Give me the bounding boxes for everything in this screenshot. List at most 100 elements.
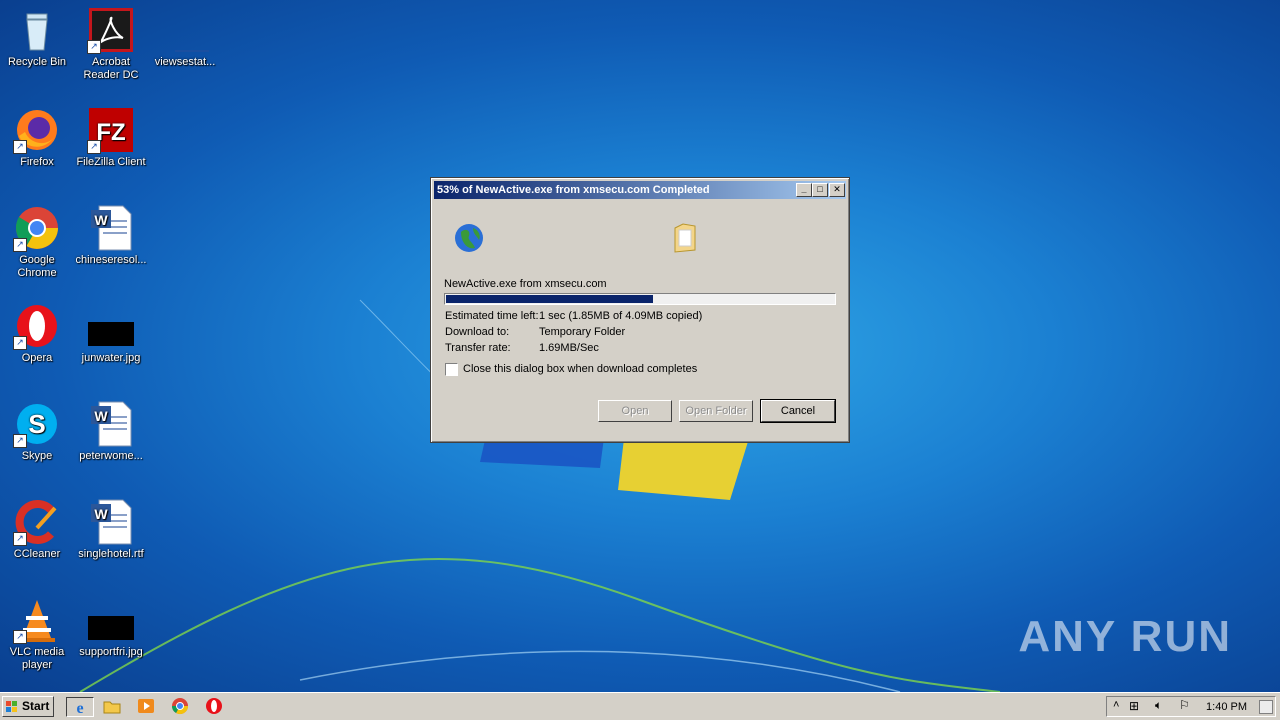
taskbar-opera[interactable] xyxy=(204,697,226,717)
desktop-icon-label: peterwome... xyxy=(79,450,143,462)
taskbar-chrome[interactable] xyxy=(170,697,192,717)
shortcut-arrow-icon: ↗ xyxy=(13,532,27,546)
desktop-icon-rtf-doc[interactable]: W singlehotel.rtf xyxy=(74,498,148,561)
close-when-done-checkbox[interactable] xyxy=(445,363,458,376)
globe-icon xyxy=(453,222,485,257)
ccleaner-icon: ↗ xyxy=(13,498,61,546)
desktop-icon-label: chineseresol... xyxy=(75,254,147,266)
dialog-titlebar[interactable]: 53% of NewActive.exe from xmsecu.com Com… xyxy=(434,181,846,199)
taskbar-explorer[interactable] xyxy=(102,697,124,717)
media-player-icon xyxy=(138,699,154,713)
file-icon xyxy=(161,6,221,54)
desktop-icon-word-doc[interactable]: W chineseresol... xyxy=(74,204,148,267)
open-button[interactable]: Open xyxy=(598,400,672,422)
desktop-icon-viewsestat[interactable]: viewsestat... xyxy=(148,6,222,69)
image-thumbnail-icon xyxy=(87,596,135,644)
clock[interactable]: 1:40 PM xyxy=(1206,701,1247,713)
chrome-icon xyxy=(171,698,189,715)
word-document-icon: W xyxy=(87,204,135,252)
shortcut-arrow-icon: ↗ xyxy=(87,140,101,154)
taskbar-internet-explorer[interactable]: e xyxy=(66,697,94,717)
cancel-button[interactable]: Cancel xyxy=(760,399,836,423)
download-dialog: 53% of NewActive.exe from xmsecu.com Com… xyxy=(430,177,850,443)
desktop-icon-image-supportfri[interactable]: supportfri.jpg xyxy=(74,596,148,659)
shortcut-arrow-icon: ↗ xyxy=(13,140,27,154)
folder-icon xyxy=(103,701,121,714)
desktop-icon-label: VLC media player xyxy=(9,646,65,671)
folder-icon xyxy=(671,220,699,257)
taskbar: Start e ˄ ⊞ 🔈︎ ⚐ 1:40 PM xyxy=(0,692,1280,720)
shortcut-arrow-icon: ↗ xyxy=(13,336,27,350)
desktop-icon-label: junwater.jpg xyxy=(81,352,141,364)
svg-text:W: W xyxy=(94,408,108,424)
acrobat-icon: ↗ xyxy=(87,6,135,54)
system-tray: ˄ ⊞ 🔈︎ ⚐ 1:40 PM xyxy=(1106,696,1276,717)
maximize-button[interactable]: □ xyxy=(812,183,828,197)
minimize-button[interactable]: _ xyxy=(796,183,812,197)
desktop-icon-label: singlehotel.rtf xyxy=(78,548,144,560)
desktop-icon-word-doc[interactable]: W peterwome... xyxy=(74,400,148,463)
download-to-value: Temporary Folder xyxy=(539,326,626,338)
desktop-icon-filezilla[interactable]: FZ ↗ FileZilla Client xyxy=(74,106,148,169)
start-label: Start xyxy=(22,699,50,713)
word-document-icon: W xyxy=(87,498,135,546)
volume-icon[interactable]: 🔈︎ xyxy=(1155,698,1162,713)
opera-icon xyxy=(206,698,222,714)
desktop-icon-image-junwater[interactable]: junwater.jpg xyxy=(74,302,148,365)
progress-fill xyxy=(446,295,653,303)
desktop-icon-ccleaner[interactable]: ↗ CCleaner xyxy=(0,498,74,561)
recycle-bin-icon xyxy=(13,6,61,54)
close-when-done-label[interactable]: Close this dialog box when download comp… xyxy=(463,363,697,375)
word-document-icon: W xyxy=(87,400,135,448)
svg-text:W: W xyxy=(94,506,108,522)
shortcut-arrow-icon: ↗ xyxy=(13,238,27,252)
desktop-icon-label: Acrobat Reader DC xyxy=(83,56,139,81)
desktop-icon-firefox[interactable]: ↗ Firefox xyxy=(0,106,74,169)
tray-expand-icon[interactable]: ˄ xyxy=(1113,699,1119,711)
show-desktop-button[interactable] xyxy=(1259,700,1273,714)
svg-text:e: e xyxy=(76,700,83,716)
desktop-icon-opera[interactable]: ↗ Opera xyxy=(0,302,74,365)
action-center-flag-icon[interactable]: ⚐ xyxy=(1179,698,1190,712)
close-button[interactable]: ✕ xyxy=(829,183,845,197)
svg-text:W: W xyxy=(94,212,108,228)
download-progress-bar xyxy=(444,293,836,305)
firefox-icon: ↗ xyxy=(13,106,61,154)
desktop-icon-acrobat-reader[interactable]: ↗ Acrobat Reader DC xyxy=(74,6,148,82)
desktop-icon-label: CCleaner xyxy=(13,548,61,560)
desktop-icon-label: viewsestat... xyxy=(154,56,216,68)
estimated-time-label: Estimated time left: xyxy=(445,310,539,322)
desktop-icon-label: FileZilla Client xyxy=(76,156,146,168)
skype-icon: S ↗ xyxy=(13,400,61,448)
desktop-icon-label: Opera xyxy=(21,352,53,364)
internet-explorer-icon: e xyxy=(76,700,83,717)
estimated-time-value: 1 sec (1.85MB of 4.09MB copied) xyxy=(539,310,703,322)
desktop-icon-label: supportfri.jpg xyxy=(79,646,143,658)
filezilla-icon: FZ ↗ xyxy=(87,106,135,154)
shortcut-arrow-icon: ↗ xyxy=(13,630,27,644)
desktop-icon-label: Skype xyxy=(21,450,53,462)
image-thumbnail-icon xyxy=(87,302,135,350)
windows-logo-icon xyxy=(6,701,17,712)
svg-text:S: S xyxy=(28,409,45,439)
desktop-icon-label: Firefox xyxy=(20,156,54,168)
chrome-icon: ↗ xyxy=(13,204,61,252)
transfer-rate-value: 1.69MB/Sec xyxy=(539,342,599,354)
download-to-label: Download to: xyxy=(445,326,510,338)
dialog-title: 53% of NewActive.exe from xmsecu.com Com… xyxy=(437,184,710,196)
desktop-icon-recycle-bin[interactable]: Recycle Bin xyxy=(0,6,74,69)
desktop-icon-label: Recycle Bin xyxy=(7,56,67,68)
desktop-icon-vlc[interactable]: ↗ VLC media player xyxy=(0,596,74,672)
network-icon[interactable]: ⊞ xyxy=(1129,699,1139,713)
anyrun-watermark: ANY RUN xyxy=(1018,612,1232,661)
desktop-icon-google-chrome[interactable]: ↗ Google Chrome xyxy=(0,204,74,280)
shortcut-arrow-icon: ↗ xyxy=(13,434,27,448)
taskbar-media-player[interactable] xyxy=(136,697,158,717)
desktop-icon-skype[interactable]: S ↗ Skype xyxy=(0,400,74,463)
open-folder-button[interactable]: Open Folder xyxy=(679,400,753,422)
desktop-icon-label: Google Chrome xyxy=(17,254,57,279)
start-button[interactable]: Start xyxy=(2,696,54,717)
download-source: NewActive.exe from xmsecu.com xyxy=(444,278,607,290)
opera-icon: ↗ xyxy=(13,302,61,350)
shortcut-arrow-icon: ↗ xyxy=(87,40,101,54)
